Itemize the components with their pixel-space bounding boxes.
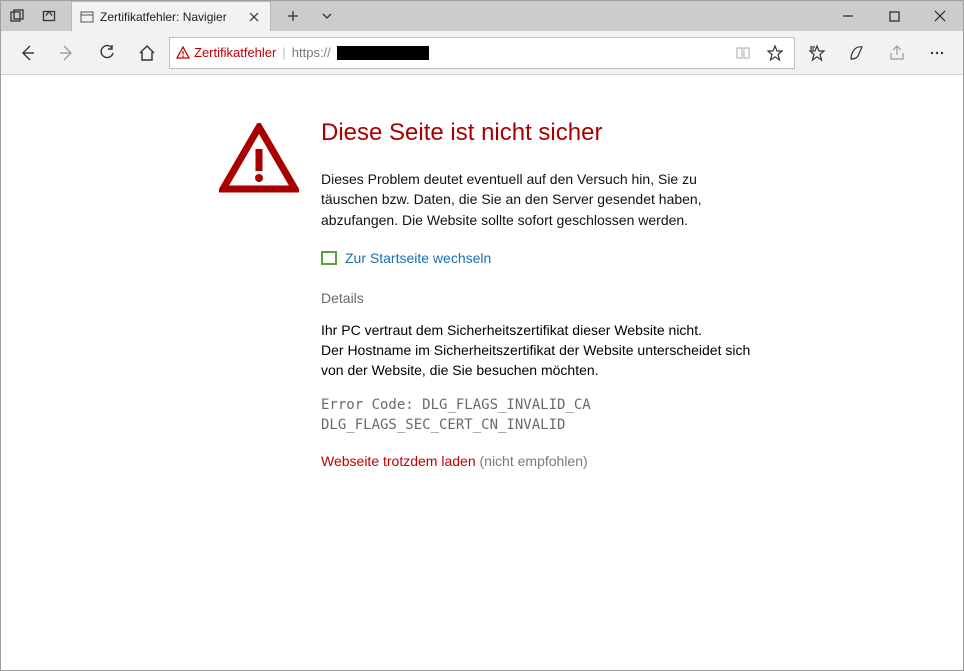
large-warning-icon (219, 123, 299, 195)
more-menu-icon[interactable] (919, 35, 955, 71)
proceed-row: Webseite trotzdem laden (nicht empfohlen… (321, 453, 751, 469)
page-favicon-icon (80, 10, 94, 24)
page-heading: Diese Seite ist nicht sicher (321, 119, 751, 147)
web-note-icon[interactable] (839, 35, 875, 71)
share-icon[interactable] (879, 35, 915, 71)
maximize-button[interactable] (871, 1, 917, 31)
warning-triangle-icon (176, 46, 190, 60)
tab-close-button[interactable] (246, 9, 262, 25)
details-paragraph: Ihr PC vertraut dem Sicherheitszertifika… (321, 320, 751, 381)
url-scheme: https:// (292, 45, 331, 60)
certificate-error-indicator[interactable]: Zertifikatfehler (176, 45, 276, 60)
tab-list-chevron-icon[interactable] (315, 4, 339, 28)
tab-strip-controls (271, 1, 349, 31)
refresh-button[interactable] (89, 35, 125, 71)
back-button[interactable] (9, 35, 45, 71)
minimize-button[interactable] (825, 1, 871, 31)
address-bar[interactable]: Zertifikatfehler | https:// (169, 37, 795, 69)
certificate-error-label: Zertifikatfehler (194, 45, 276, 60)
proceed-hint: (nicht empfohlen) (480, 453, 588, 469)
favorites-hub-icon[interactable] (799, 35, 835, 71)
page-content: Diese Seite ist nicht sicher Dieses Prob… (1, 75, 963, 469)
reading-view-icon[interactable] (730, 40, 756, 66)
new-tab-button[interactable] (281, 4, 305, 28)
window-controls (825, 1, 963, 31)
toolbar: Zertifikatfehler | https:// (1, 31, 963, 75)
url-host-redacted (337, 46, 429, 60)
go-home-link[interactable]: Zur Startseite wechseln (321, 250, 751, 266)
tab-preview-icon[interactable] (37, 4, 61, 28)
go-home-link-label: Zur Startseite wechseln (345, 250, 491, 266)
proceed-anyway-link[interactable]: Webseite trotzdem laden (321, 453, 476, 469)
titlebar-left-buttons (1, 1, 65, 31)
tab-title: Zertifikatfehler: Navigier (100, 10, 227, 24)
favorite-star-icon[interactable] (762, 40, 788, 66)
browser-tab[interactable]: Zertifikatfehler: Navigier (71, 1, 271, 31)
forward-button[interactable] (49, 35, 85, 71)
warning-paragraph: Dieses Problem deutet eventuell auf den … (321, 169, 751, 230)
error-code: Error Code: DLG_FLAGS_INVALID_CA DLG_FLA… (321, 395, 751, 436)
home-page-icon (321, 251, 337, 265)
details-heading: Details (321, 290, 751, 306)
close-window-button[interactable] (917, 1, 963, 31)
titlebar: Zertifikatfehler: Navigier (1, 1, 963, 31)
tab-actions-icon[interactable] (5, 4, 29, 28)
home-button[interactable] (129, 35, 165, 71)
